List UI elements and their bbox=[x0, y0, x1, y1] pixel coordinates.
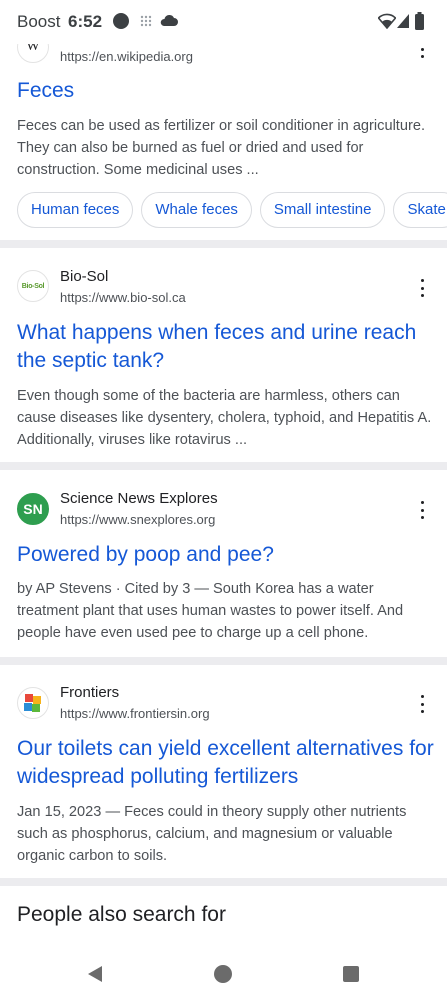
result-snippet: Jan 15, 2023 — Feces could in theory sup… bbox=[17, 804, 407, 864]
result-title[interactable]: Our toilets can yield excellent alternat… bbox=[17, 735, 437, 791]
result-url[interactable]: https://en.wikipedia.org bbox=[60, 49, 193, 64]
result-title[interactable]: Feces bbox=[17, 77, 437, 105]
result-title[interactable]: Powered by poop and pee? bbox=[17, 541, 437, 569]
result-snippet: by AP Stevens · Cited by 3 — South Korea… bbox=[17, 581, 404, 641]
bio-sol-favicon: Bio-Sol bbox=[17, 270, 49, 302]
cloud-icon bbox=[160, 14, 178, 26]
snexplores-favicon: SN bbox=[17, 493, 49, 525]
back-icon[interactable] bbox=[86, 965, 104, 983]
wifi-icon bbox=[378, 13, 396, 29]
more-vert-icon[interactable] bbox=[414, 695, 430, 713]
result-site-name: Frontiers bbox=[60, 684, 120, 701]
recents-icon[interactable] bbox=[343, 966, 359, 982]
snexplores-logo-text: SN bbox=[23, 501, 43, 517]
battery-icon bbox=[415, 12, 424, 30]
result-divider bbox=[0, 462, 447, 470]
result-divider bbox=[0, 657, 447, 665]
carrier-label: Boost bbox=[17, 12, 61, 31]
app-grid-icon bbox=[140, 15, 152, 27]
frontiers-favicon bbox=[17, 687, 49, 719]
notification-dot-icon bbox=[113, 13, 129, 29]
result-url[interactable]: https://www.bio-sol.ca bbox=[60, 290, 186, 305]
chip-skate[interactable]: Skate bbox=[393, 192, 447, 228]
result-title[interactable]: What happens when feces and urine reach … bbox=[17, 319, 437, 375]
more-vert-icon[interactable] bbox=[414, 501, 430, 519]
result-site-name: Bio-Sol bbox=[60, 268, 109, 285]
result-divider bbox=[0, 878, 447, 886]
result-site-name: Science News Explores bbox=[60, 490, 218, 507]
system-nav-bar bbox=[0, 945, 447, 1000]
result-snippet: Feces can be used as fertilizer or soil … bbox=[17, 118, 426, 178]
result-divider bbox=[0, 240, 447, 248]
clock: 6:52 bbox=[68, 12, 103, 31]
result-snippet: Even though some of the bacteria are har… bbox=[17, 388, 432, 448]
chip-human-feces[interactable]: Human feces bbox=[17, 192, 134, 228]
bio-sol-logo-text: Bio-Sol bbox=[21, 282, 45, 290]
chip-small-intestine[interactable]: Small intestine bbox=[259, 192, 386, 228]
people-also-search-heading: People also search for bbox=[17, 903, 226, 926]
signal-icon bbox=[397, 14, 409, 28]
result-url[interactable]: https://www.frontiersin.org bbox=[60, 706, 210, 721]
chip-whale-feces[interactable]: Whale feces bbox=[141, 192, 252, 228]
result-url[interactable]: https://www.snexplores.org bbox=[60, 512, 215, 527]
related-chips: Human feces Whale feces Small intestine Ska… bbox=[17, 192, 447, 228]
more-vert-icon[interactable] bbox=[414, 279, 430, 297]
home-icon[interactable] bbox=[214, 965, 232, 983]
status-bar: Boost 6:52 bbox=[0, 0, 447, 44]
frontiers-logo-icon bbox=[24, 694, 41, 712]
